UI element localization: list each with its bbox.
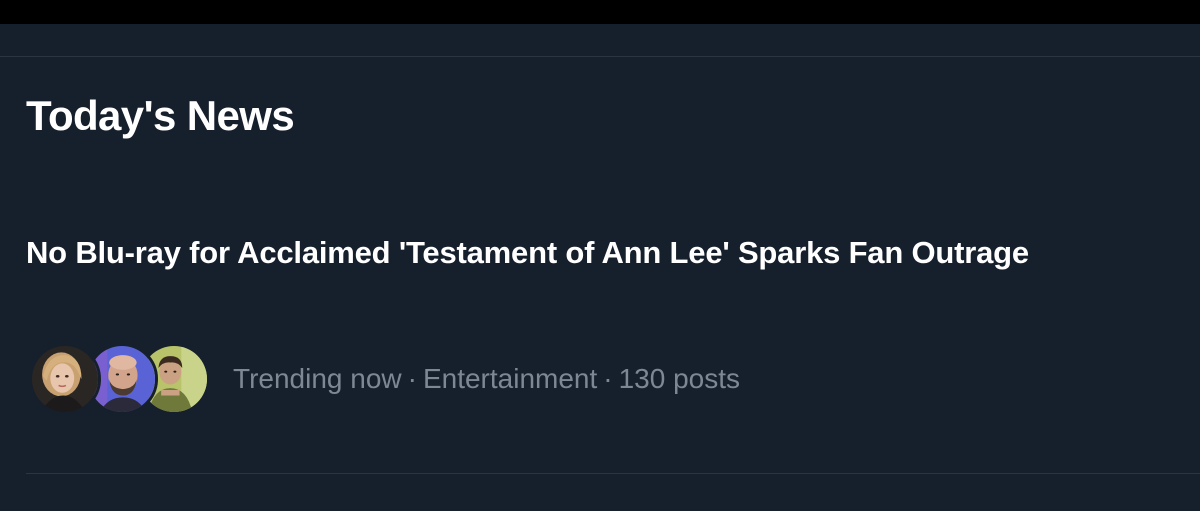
avatar-stack[interactable]	[26, 342, 211, 418]
news-item[interactable]: No Blu-ray for Acclaimed 'Testament of A…	[0, 225, 1200, 455]
news-category[interactable]: Entertainment	[423, 363, 597, 394]
divider	[0, 56, 1200, 57]
news-meta-row: Trending now · Entertainment · 130 posts	[26, 342, 926, 418]
section-title: Today's News	[26, 92, 295, 139]
trending-status: Trending now	[233, 363, 402, 394]
meta-separator: ·	[603, 363, 613, 394]
avatar	[29, 343, 101, 415]
news-meta: Trending now · Entertainment · 130 posts	[233, 360, 740, 398]
post-count: 130 posts	[618, 363, 741, 394]
top-strip	[0, 0, 1200, 24]
avatar-image	[32, 346, 98, 412]
divider	[26, 473, 1200, 474]
meta-separator: ·	[407, 363, 417, 394]
news-headline[interactable]: No Blu-ray for Acclaimed 'Testament of A…	[26, 231, 1036, 274]
page: Today's News No Blu-ray for Acclaimed 'T…	[0, 0, 1200, 511]
